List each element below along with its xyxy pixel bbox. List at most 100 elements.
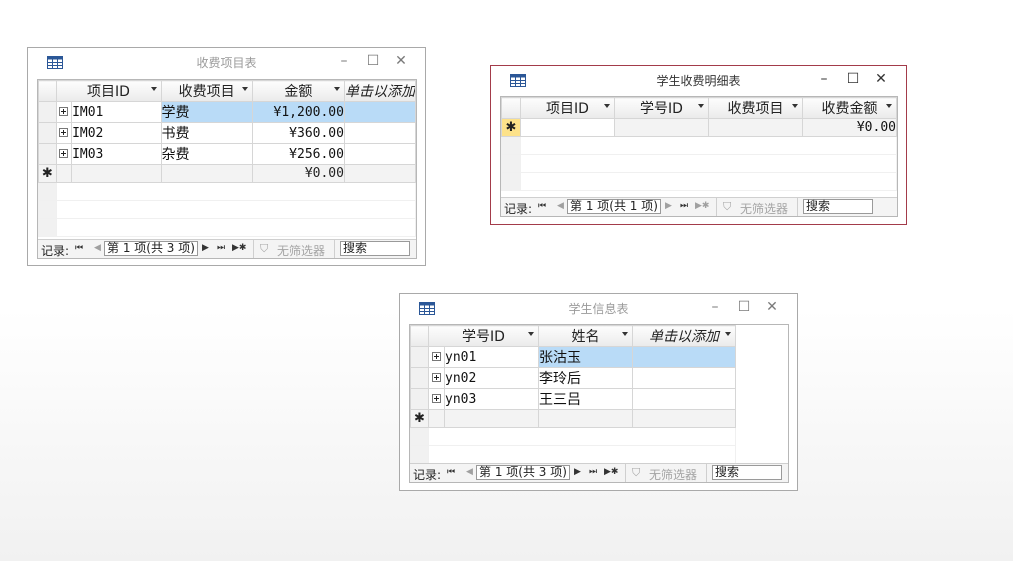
new-record-row[interactable]: ✱ ¥0.00 <box>38 164 416 183</box>
record-selector[interactable] <box>410 346 429 368</box>
cell-name[interactable]: 李玲后 <box>538 367 633 389</box>
minimize-icon[interactable]: – <box>813 68 835 90</box>
cell-item-id[interactable]: IM01 <box>71 101 162 123</box>
dropdown-arrow-icon[interactable] <box>604 104 610 108</box>
no-filter-button[interactable]: 无筛选器 <box>740 200 788 216</box>
minimize-icon[interactable]: – <box>704 296 726 318</box>
cell-item-id[interactable]: IM02 <box>71 122 162 144</box>
student-info-window[interactable]: 学生信息表 – ☐ ✕ 学号ID 姓名 单击以添加 yn01 张沽玉 yn02 … <box>399 293 798 491</box>
last-record-icon[interactable]: ⏭ <box>217 243 225 253</box>
first-record-icon[interactable]: ⏮ <box>447 467 455 477</box>
close-icon[interactable]: ✕ <box>761 296 783 318</box>
column-header-item-id[interactable]: 项目ID <box>520 97 615 119</box>
record-selector[interactable] <box>38 101 57 123</box>
cell-item-id-editing[interactable] <box>520 118 615 137</box>
column-header-fee-item[interactable]: 收费项目 <box>160 80 253 102</box>
expand-cell[interactable] <box>428 367 445 389</box>
new-record-nav-icon[interactable]: ▶✱ <box>695 201 709 211</box>
new-record-icon[interactable]: ✱ <box>38 164 57 183</box>
cell-amount[interactable]: ¥0.00 <box>251 164 345 183</box>
column-header-fee-amount[interactable]: 收费金额 <box>802 97 897 119</box>
dropdown-arrow-icon[interactable] <box>528 332 534 336</box>
column-header-student-id[interactable]: 学号ID <box>614 97 709 119</box>
cell-add[interactable] <box>632 409 736 428</box>
no-filter-button[interactable]: 无筛选器 <box>277 242 325 258</box>
cell-name[interactable] <box>538 409 633 428</box>
new-record-nav-icon[interactable]: ▶✱ <box>232 243 246 253</box>
expand-cell[interactable] <box>55 122 73 144</box>
dropdown-arrow-icon[interactable] <box>792 104 798 108</box>
cell-student-id[interactable] <box>444 409 539 428</box>
cell-add[interactable] <box>343 143 416 165</box>
expand-plus-icon[interactable] <box>59 148 69 158</box>
cell-item-id[interactable] <box>71 164 162 183</box>
first-record-icon[interactable]: ⏮ <box>75 243 83 253</box>
record-selector[interactable] <box>38 143 57 165</box>
cell-student-id[interactable]: yn01 <box>444 346 539 368</box>
select-all-corner[interactable] <box>410 325 429 347</box>
cell-add[interactable] <box>343 122 416 144</box>
minimize-icon[interactable]: – <box>333 50 355 72</box>
expand-plus-icon[interactable] <box>59 127 69 137</box>
expand-plus-icon[interactable] <box>432 372 441 382</box>
last-record-icon[interactable]: ⏭ <box>680 201 688 211</box>
search-input[interactable]: 搜索 <box>340 241 410 256</box>
student-info-titlebar[interactable]: 学生信息表 – ☐ ✕ <box>400 294 797 322</box>
new-record-row[interactable]: ✱ <box>410 409 736 428</box>
column-header-click-to-add[interactable]: 单击以添加 <box>632 325 736 347</box>
student-fee-detail-window[interactable]: 学生收费明细表 – ☐ ✕ 项目ID 学号ID 收费项目 收费金额 ✱ ¥0.0… <box>490 65 907 225</box>
no-filter-button[interactable]: 无筛选器 <box>649 466 697 482</box>
maximize-icon[interactable]: ☐ <box>362 50 384 72</box>
cell-amount[interactable]: ¥256.00 <box>251 143 345 165</box>
record-selector[interactable] <box>410 388 429 410</box>
cell-fee-item[interactable] <box>160 164 253 183</box>
dropdown-arrow-icon[interactable] <box>886 104 892 108</box>
search-input[interactable]: 搜索 <box>803 199 873 214</box>
prev-record-icon[interactable]: ◀ <box>466 467 473 477</box>
cell-amount[interactable]: ¥1,200.00 <box>251 101 345 123</box>
record-position-field[interactable]: 第 1 项(共 3 项) <box>104 241 198 256</box>
cell-add[interactable] <box>632 367 736 389</box>
dropdown-arrow-icon[interactable] <box>241 87 248 91</box>
select-all-corner[interactable] <box>38 80 57 102</box>
cell-item-id[interactable]: IM03 <box>71 143 162 165</box>
cell-fee-item[interactable]: 学费 <box>160 101 253 123</box>
fee-items-titlebar[interactable]: 收费项目表 – ☐ ✕ <box>28 48 425 76</box>
expand-cell[interactable] <box>55 101 73 123</box>
cell-fee-item[interactable]: 书费 <box>160 122 253 144</box>
table-row[interactable]: IM02 书费 ¥360.00 <box>38 122 416 144</box>
cell-amount[interactable]: ¥360.00 <box>251 122 345 144</box>
record-selector[interactable] <box>38 122 57 144</box>
table-row[interactable]: yn03 王三吕 <box>410 388 736 410</box>
expand-plus-icon[interactable] <box>59 106 69 116</box>
expand-cell[interactable] <box>428 388 445 410</box>
record-selector[interactable] <box>410 367 429 389</box>
dropdown-arrow-icon[interactable] <box>150 87 157 91</box>
record-position-field[interactable]: 第 1 项(共 1 项) <box>567 199 661 214</box>
student-fee-detail-titlebar[interactable]: 学生收费明细表 – ☐ ✕ <box>491 66 906 94</box>
cell-add[interactable] <box>632 388 736 410</box>
last-record-icon[interactable]: ⏭ <box>589 467 597 477</box>
column-header-fee-item[interactable]: 收费项目 <box>708 97 803 119</box>
table-row[interactable]: yn02 李玲后 <box>410 367 736 389</box>
next-record-icon[interactable]: ▶ <box>202 243 209 253</box>
expand-cell[interactable] <box>55 143 73 165</box>
expand-cell[interactable] <box>428 346 445 368</box>
expand-plus-icon[interactable] <box>432 351 441 361</box>
cell-add[interactable] <box>632 346 736 368</box>
dropdown-arrow-icon[interactable] <box>698 104 704 108</box>
search-input[interactable]: 搜索 <box>712 465 782 480</box>
new-record-nav-icon[interactable]: ▶✱ <box>604 467 618 477</box>
expand-plus-icon[interactable] <box>432 393 441 403</box>
cell-fee-item[interactable] <box>708 118 803 137</box>
table-row[interactable]: yn01 张沽玉 <box>410 346 736 368</box>
prev-record-icon[interactable]: ◀ <box>557 201 564 211</box>
dropdown-arrow-icon[interactable] <box>622 332 628 336</box>
fee-items-window[interactable]: 收费项目表 – ☐ ✕ 项目ID 收费项目 金额 单击以添加 IM01 学费 ¥… <box>27 47 426 266</box>
column-header-student-id[interactable]: 学号ID <box>428 325 539 347</box>
column-header-amount[interactable]: 金额 <box>251 80 345 102</box>
next-record-icon[interactable]: ▶ <box>665 201 672 211</box>
close-icon[interactable]: ✕ <box>870 68 892 90</box>
prev-record-icon[interactable]: ◀ <box>94 243 101 253</box>
dropdown-arrow-icon[interactable] <box>333 87 340 91</box>
